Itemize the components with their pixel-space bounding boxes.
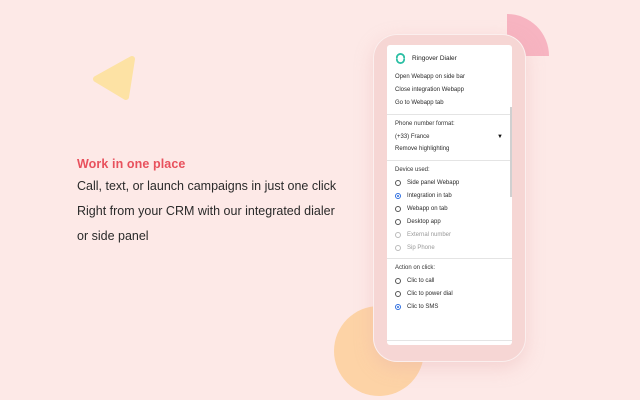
radio-label: Clic to call <box>407 277 435 284</box>
radio-button-selected[interactable] <box>395 192 401 199</box>
caret-down-icon: ▼ <box>497 133 503 140</box>
scrollbar[interactable] <box>510 107 512 197</box>
phone-format-section: Phone number format: (+33) France ▼ Remo… <box>387 114 512 160</box>
radio-label: Integration in tab <box>407 192 452 199</box>
device-option-sip-phone: Sip Phone <box>395 241 512 254</box>
radio-label: Clic to SMS <box>407 303 439 310</box>
extension-popup: Ringover Dialer Open Webapp on side bar … <box>387 45 512 345</box>
app-title: Ringover Dialer <box>412 54 457 62</box>
action-label: Action on click: <box>395 265 436 271</box>
action-option-clic-to-call[interactable]: Clic to call <box>395 274 512 287</box>
phone-format-select[interactable]: (+33) France ▼ <box>395 130 512 143</box>
triangle-shape <box>93 56 135 100</box>
device-option-desktop-app[interactable]: Desktop app <box>395 215 512 228</box>
action-option-clic-to-power-dial[interactable]: Clic to power dial <box>395 287 512 300</box>
phone-format-value: (+33) France <box>395 133 430 140</box>
radio-button-selected[interactable] <box>395 303 401 310</box>
action-option-clic-to-sms[interactable]: Clic to SMS <box>395 300 512 313</box>
radio-button-disabled <box>395 231 401 238</box>
phone-format-label: Phone number format: <box>395 121 455 127</box>
radio-label: Sip Phone <box>407 244 435 251</box>
radio-button-disabled <box>395 244 401 251</box>
radio-label: Webapp on tab <box>407 205 448 212</box>
section-divider <box>387 340 512 345</box>
device-option-external-number: External number <box>395 228 512 241</box>
device-section: Device used: Side panel Webapp Integrati… <box>387 160 512 258</box>
open-webapp-side-bar-link[interactable]: Open Webapp on side bar <box>395 71 512 84</box>
ringover-logo-icon <box>395 52 406 64</box>
action-section: Action on click: Clic to call Clic to po… <box>387 258 512 317</box>
device-label: Device used: <box>395 167 430 173</box>
go-to-webapp-tab-link[interactable]: Go to Webapp tab <box>395 97 512 110</box>
radio-button[interactable] <box>395 179 401 186</box>
close-integration-webapp-link[interactable]: Close integration Webapp <box>395 84 512 97</box>
radio-button[interactable] <box>395 277 401 284</box>
device-option-webapp-on-tab[interactable]: Webapp on tab <box>395 202 512 215</box>
radio-button[interactable] <box>395 205 401 212</box>
radio-label: Side panel Webapp <box>407 179 460 186</box>
radio-label: Clic to power dial <box>407 290 453 297</box>
tagline-line-3: or side panel <box>77 229 149 243</box>
webapp-actions: Open Webapp on side bar Close integratio… <box>387 71 512 114</box>
device-option-integration-in-tab[interactable]: Integration in tab <box>395 189 512 202</box>
headline: Work in one place <box>77 157 186 171</box>
tagline-line-1: Call, text, or launch campaigns in just … <box>77 179 337 193</box>
popup-header: Ringover Dialer <box>387 45 512 71</box>
device-option-side-panel-webapp[interactable]: Side panel Webapp <box>395 176 512 189</box>
radio-button[interactable] <box>395 218 401 225</box>
radio-button[interactable] <box>395 290 401 297</box>
radio-label: External number <box>407 231 452 238</box>
remove-highlighting-link[interactable]: Remove highlighting <box>395 143 512 156</box>
marketing-copy: Work in one place Call, text, or launch … <box>77 157 336 254</box>
tagline-line-2: Right from your CRM with our integrated … <box>77 204 335 218</box>
radio-label: Desktop app <box>407 218 441 225</box>
